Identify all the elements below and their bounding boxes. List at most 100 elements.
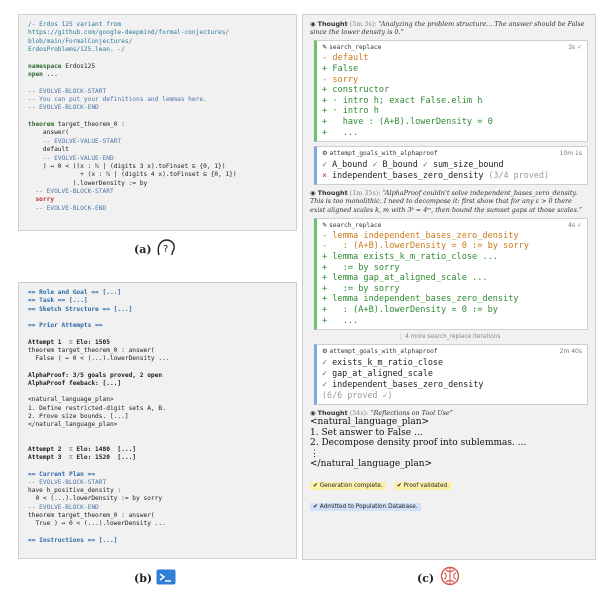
check-icon: ✓ — [422, 159, 428, 170]
code-line: ErdosProblems/125.lean. -/ — [28, 46, 125, 54]
diff-line: + lemma gap_at_aligned_scale ... — [322, 273, 488, 284]
brain-icon — [440, 566, 460, 586]
thought-2: ◉ Thought (1m 35s): “AlphaProof couldn’t… — [310, 189, 583, 214]
more-iterations-note: ⋮ 4 more search_replace iterations — [397, 334, 501, 341]
code-line: open ... — [28, 71, 58, 79]
terminal-icon — [156, 569, 176, 585]
goal-row: ✓ independent_bases_zero_density — [322, 379, 484, 390]
prompt-line: Attempt 3 ♖ Elo: 1520 [...] — [28, 454, 137, 461]
goals-result-1: ✓ A_bound ✓ B_bound ✓ sum_size_bound × i… — [322, 159, 549, 181]
plan-line: 1. Set answer to False ... — [310, 427, 423, 438]
code-line: -- EVOLVE-BLOCK-START — [28, 187, 114, 195]
diff-line: + lemma exists_k_m_ratio_close ... — [322, 251, 498, 262]
code-line: sorry — [28, 196, 55, 204]
diff-block-2: - lemma independent_bases_zero_density - … — [317, 231, 587, 329]
prompt-line — [28, 429, 287, 437]
prompt-line — [28, 462, 287, 470]
lightbulb-icon: ◉ — [310, 409, 316, 418]
check-icon: ✓ — [322, 159, 328, 170]
prompt-line: == Instructions == [...] — [28, 536, 118, 544]
goal-name: A_bound — [332, 159, 368, 170]
admitted-badge: ✔ Admitted to Population Database. — [310, 502, 421, 511]
diff-block-1: - default + False - sorry + constructor + · … — [317, 53, 587, 141]
diff-line: + · intro h; exact False.elim h — [322, 95, 483, 106]
human-question-icon: ? — [157, 239, 175, 256]
code-line: blob/main/FormalConjectures/ — [28, 37, 133, 45]
search-replace-tool-2: ✎ search_replace 4s ✓ - lemma independen… — [314, 217, 588, 331]
diff-line: + := by sorry — [322, 262, 400, 273]
proof-validated-badge: ✔ Proof validated. — [393, 481, 453, 490]
prompt-line — [28, 528, 287, 536]
diff-line: + lemma independent_bases_zero_density — [322, 294, 519, 305]
diff-line: + := by sorry — [322, 283, 400, 294]
diff-line: + ... — [322, 127, 359, 138]
code-line: ) ↔ 0 < ((x : ℕ | (digits 3 x).toFinset … — [28, 162, 226, 170]
prompt-line: == Sketch Structure == [...] — [28, 305, 133, 313]
prompt-line: == Prior Attempts == — [28, 322, 103, 329]
svg-text:?: ? — [163, 244, 168, 255]
plan-line: 2. Decompose density proof into sublemma… — [310, 438, 527, 449]
caption-a: (a) — [134, 243, 152, 256]
goal-row: ✓ gap_at_aligned_scale — [322, 368, 433, 379]
code-line: -- EVOLVE-BLOCK-END — [28, 204, 107, 212]
check-icon: ✓ — [322, 379, 333, 390]
code-line: /- Erdos 125 variant from — [28, 21, 122, 28]
gear-icon: ⚙ — [322, 348, 328, 356]
natural-language-plan: <natural_language_plan> 1. Set answer to … — [310, 417, 588, 470]
prompt-panel: == Role and Goal == [...] == Task == [...… — [18, 282, 297, 559]
check-icon: ✓ — [322, 357, 333, 368]
diff-line: + False — [322, 64, 359, 74]
prompt-line: theorem target_theorem_0 : answer( — [28, 511, 155, 519]
agent-trace-panel: ◉ Thought (5m 3s): “Analyzing the proble… — [302, 14, 596, 560]
goals-result-2: ✓ exists_k_m_ratio_close ✓ gap_at_aligned… — [317, 357, 587, 404]
prompt-line: 2. Prove size bounds. [...] — [28, 412, 129, 420]
code-line: -- You can put your definitions and lemm… — [28, 96, 207, 104]
cross-icon: × — [322, 170, 328, 181]
diff-line: - sorry — [322, 74, 359, 85]
diff-line: + · intro h — [322, 106, 379, 117]
alphaproof-tool-2: ⚙ attempt_goals_with_alphaproof 2m 40s ✓… — [314, 344, 588, 406]
status-badges: ✔ Generation complete. ✔ Proof validated… — [310, 472, 588, 491]
goal-name: sum_size_bound — [432, 159, 504, 170]
prompt-line: AlphaProof: 3/5 goals proved, 2 open — [28, 371, 163, 379]
search-replace-tool-1: ✎ search_replace 3s ✓ - default + False - … — [314, 40, 588, 143]
caption-c: (c) — [417, 572, 435, 585]
check-icon: ✓ — [322, 368, 333, 379]
plan-line: <natural_language_plan> — [310, 417, 430, 428]
prompt-line: == Current Plan == — [28, 470, 96, 478]
code-line: default — [28, 146, 69, 154]
gear-icon: ⚙ — [322, 150, 328, 158]
plan-line: ⋮ — [310, 448, 319, 459]
prompt-line: == Task == [...] — [28, 297, 88, 305]
prompt-line: == Role and Goal == [...] — [28, 289, 122, 296]
code-line: -- EVOLVE-BLOCK-END — [28, 104, 99, 112]
thought-3: ◉ Thought (54s): “Reflections on Tool Us… — [310, 409, 453, 418]
prompt-line: theorem target_theorem_0 : answer( — [28, 346, 155, 354]
prompt-line: Attempt 1 ♖ Elo: 1505 — [28, 338, 110, 346]
thought-1: ◉ Thought (5m 3s): “Analyzing the proble… — [310, 20, 585, 37]
prompt-line — [28, 363, 287, 371]
prompt-line: 1. Define restricted-digit sets A, B. — [28, 404, 166, 412]
lightbulb-icon: ◉ — [310, 189, 316, 198]
lightbulb-icon: ◉ — [310, 20, 316, 28]
code-line: -- EVOLVE-VALUE-START — [28, 137, 122, 145]
diff-line: - default — [322, 53, 369, 64]
diff-line: + ... — [322, 315, 359, 326]
prompt-line: -- EVOLVE-BLOCK-END — [28, 503, 99, 511]
lean-code-panel: /- Erdos 125 variant from https://github.… — [18, 14, 297, 231]
code-line: + (x : ℕ | (digits 4 x).toFinset ⊆ {0, 1… — [28, 171, 237, 179]
prompt-line: have h_positive_density : — [28, 487, 122, 494]
diff-line: - : (A+B).lowerDensity = 0 := by sorry — [322, 241, 529, 252]
prompt-line: <natural_language_plan> — [28, 396, 114, 404]
code-line: ).lowerDensity := by — [28, 179, 148, 187]
caption-b: (b) — [134, 572, 153, 585]
prompt-line: </natural_language_plan> — [28, 421, 118, 428]
pencil-icon: ✎ — [322, 44, 328, 52]
goal-name: B_bound — [382, 159, 418, 170]
prompt-line: False ) ↔ 0 < (...).lowerDensity ... — [28, 355, 170, 362]
diff-line: + : (A+B).lowerDensity = 0 := by — [322, 304, 498, 315]
prompt-line: AlphaProof feeback: [...] — [28, 379, 122, 387]
